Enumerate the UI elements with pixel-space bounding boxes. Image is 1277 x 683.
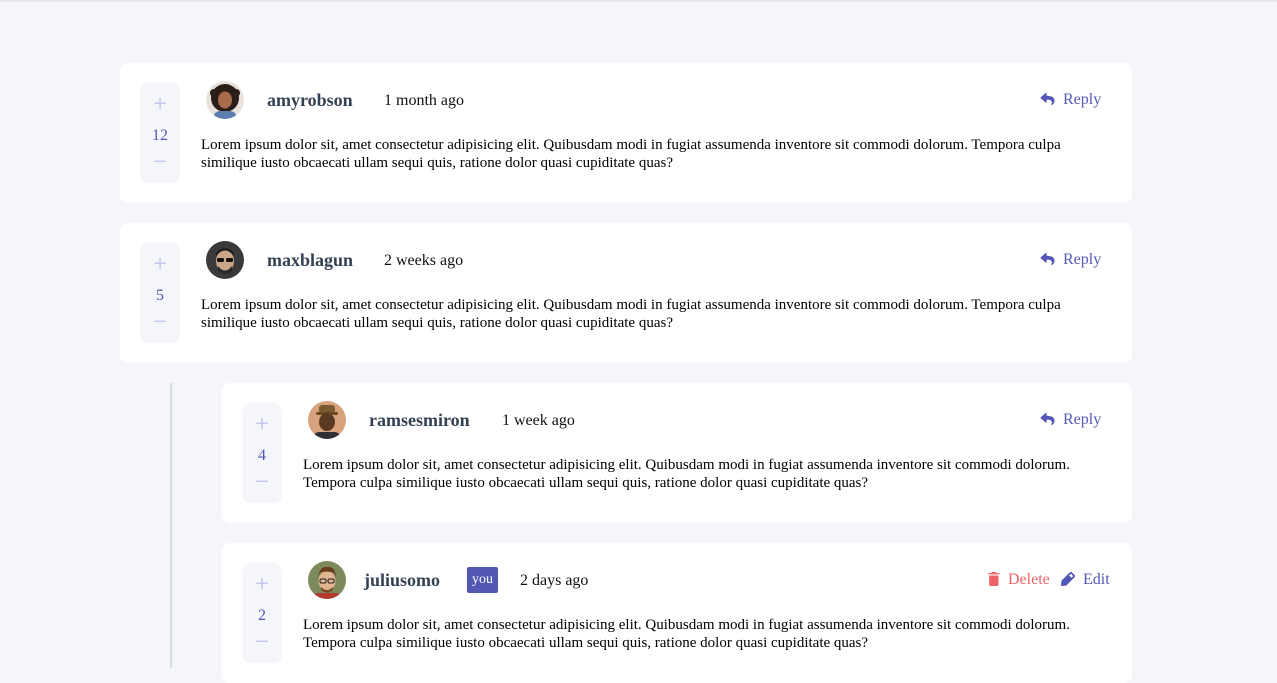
reply-thread-line [170,383,172,668]
comment-username[interactable]: juliusomo [364,569,440,591]
reply-card: + 4 − ramsesmiron 1 week ago Reply Lorem… [222,383,1132,523]
upvote-button[interactable]: + [242,575,282,593]
comment-username[interactable]: amyrobson [267,89,353,111]
reply-label: Reply [1063,411,1102,428]
comment-date: 2 weeks ago [384,252,464,269]
comment-username[interactable]: maxblagun [267,249,353,271]
vote-control: + 2 − [242,563,282,663]
comment-text: Lorem ipsum dolor sit, amet consectetur … [201,137,1061,171]
delete-button[interactable]: Delete [988,570,1050,590]
comment-card: + 5 − maxblagun 2 weeks ago Reply Lorem … [120,223,1132,363]
vote-score: 5 [156,287,164,304]
vote-control: + 12 − [140,83,180,183]
comment-username[interactable]: ramsesmiron [369,409,470,431]
downvote-button[interactable]: − [242,633,282,651]
reply-button[interactable]: Reply [1040,250,1101,270]
you-badge: you [467,567,498,593]
downvote-button[interactable]: − [242,473,282,491]
edit-label: Edit [1083,571,1110,588]
pencil-icon [1061,572,1075,586]
vote-score: 2 [258,607,266,624]
vote-score: 12 [152,127,168,144]
top-border [0,0,1277,2]
reply-label: Reply [1063,251,1102,268]
avatar [308,401,346,439]
downvote-button[interactable]: − [140,153,180,171]
avatar [206,81,244,119]
reply-button[interactable]: Reply [1040,90,1101,110]
reply-label: Reply [1063,91,1102,108]
comment-card: + 12 − amyrobson 1 month ago Reply Lorem… [120,63,1132,203]
vote-control: + 5 − [140,243,180,343]
reply-button[interactable]: Reply [1040,410,1101,430]
reply-icon [1040,93,1055,106]
avatar [206,241,244,279]
edit-button[interactable]: Edit [1061,570,1110,590]
comment-text: Lorem ipsum dolor sit, amet consectetur … [303,457,1070,491]
reply-icon [1040,253,1055,266]
vote-control: + 4 − [242,403,282,503]
vote-score: 4 [258,447,266,464]
reply-icon [1040,413,1055,426]
upvote-button[interactable]: + [140,95,180,113]
comment-date: 1 month ago [384,92,464,109]
comment-text: Lorem ipsum dolor sit, amet consectetur … [201,297,1061,331]
comment-date: 1 week ago [502,412,575,429]
upvote-button[interactable]: + [242,415,282,433]
comment-date: 2 days ago [520,572,589,589]
upvote-button[interactable]: + [140,255,180,273]
reply-card: + 2 − juliusomo you 2 days ago Delete Ed… [222,543,1132,683]
comment-text: Lorem ipsum dolor sit, amet consectetur … [303,617,1070,651]
trash-icon [988,572,1000,586]
avatar [308,561,346,599]
delete-label: Delete [1008,571,1050,588]
downvote-button[interactable]: − [140,313,180,331]
